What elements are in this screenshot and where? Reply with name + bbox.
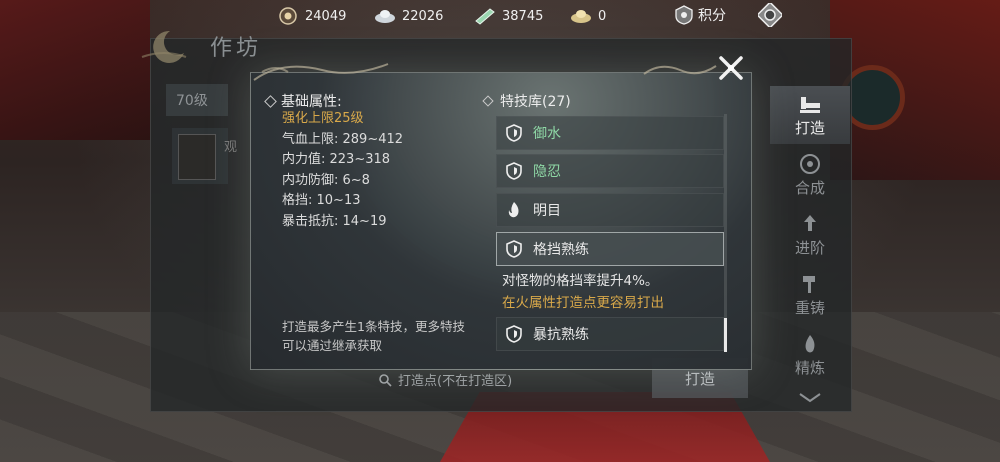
scroll-down-icon[interactable] bbox=[798, 390, 822, 409]
gold-ingot-icon bbox=[570, 7, 592, 25]
cloud-ornament-right bbox=[640, 56, 720, 84]
tab-recast[interactable]: 重铸 bbox=[770, 266, 850, 324]
base-attributes-title: 基础属性: bbox=[281, 94, 342, 110]
skill-library-heading: 特技库(27) bbox=[482, 91, 571, 111]
skill-item[interactable]: 明目 bbox=[496, 193, 724, 227]
skill-hint-text: 在火属性打造点更容易打出 bbox=[502, 295, 664, 311]
tab-merge-label: 合成 bbox=[794, 178, 825, 197]
skill-list[interactable]: 御水 隐忍 明目 格挡熟练 暴抗熟练 bbox=[496, 114, 724, 354]
skill-item[interactable]: 隐忍 bbox=[496, 154, 724, 188]
ticket-icon bbox=[474, 7, 496, 25]
scrollbar-thumb[interactable] bbox=[724, 318, 727, 352]
skill-effect-text: 对怪物的格挡率提升4%。 bbox=[502, 273, 659, 289]
tab-refine-label: 精炼 bbox=[794, 358, 825, 377]
score-emblem-icon bbox=[674, 5, 694, 25]
shield-icon bbox=[505, 240, 523, 258]
forge-point-text: 打造点(不在打造区) bbox=[398, 374, 513, 389]
resource-gold-value: 0 bbox=[598, 8, 607, 24]
attribute-line: 暴击抵抗: 14~19 bbox=[282, 213, 387, 229]
skill-item-selected[interactable]: 格挡熟练 bbox=[496, 232, 724, 266]
score-label: 积分 bbox=[698, 8, 726, 24]
resource-coins[interactable]: 24049 bbox=[277, 5, 346, 27]
forge-skill-note: 打造最多产生1条特技，更多特技可以通过继承获取 bbox=[282, 319, 465, 353]
tab-merge[interactable]: 合成 bbox=[770, 146, 850, 204]
shield-icon bbox=[505, 325, 523, 343]
tab-forge[interactable]: 打造 bbox=[770, 86, 850, 144]
forge-point-status: 打造点(不在打造区) bbox=[378, 370, 512, 389]
diamond-bullet-icon bbox=[482, 95, 494, 107]
fire-icon bbox=[505, 201, 523, 219]
attribute-list: 强化上限25级 气血上限: 289~412 内力值: 223~318 内功防御:… bbox=[282, 109, 403, 232]
resource-gold[interactable]: 0 bbox=[570, 5, 606, 27]
advance-icon bbox=[797, 213, 823, 235]
skill-name: 御水 bbox=[533, 126, 561, 142]
level-filter-dropdown[interactable]: 70级 bbox=[166, 84, 228, 116]
tab-advance[interactable]: 进阶 bbox=[770, 206, 850, 264]
flame-icon bbox=[797, 333, 823, 355]
base-attributes-heading: 基础属性: bbox=[264, 91, 342, 111]
tab-recast-label: 重铸 bbox=[794, 298, 825, 317]
anvil-icon bbox=[797, 93, 823, 115]
equipment-slot bbox=[178, 134, 216, 180]
shield-icon bbox=[505, 124, 523, 142]
tab-refine[interactable]: 精炼 bbox=[770, 326, 850, 384]
tab-forge-label: 打造 bbox=[794, 118, 825, 137]
strengthen-cap: 强化上限25级 bbox=[282, 111, 364, 126]
equipment-name: 观 bbox=[224, 140, 238, 155]
skill-name: 隐忍 bbox=[533, 164, 561, 180]
hammer-icon bbox=[797, 273, 823, 295]
attribute-line: 气血上限: 289~412 bbox=[282, 131, 404, 147]
skill-name: 格挡熟练 bbox=[533, 242, 589, 258]
score-button[interactable]: 积分 bbox=[674, 5, 726, 25]
merge-icon bbox=[797, 153, 823, 175]
resource-tickets-value: 38745 bbox=[502, 8, 544, 24]
attribute-line: 内功防御: 6~8 bbox=[282, 172, 370, 188]
coin-pouch-icon bbox=[277, 7, 299, 25]
skill-library-title: 特技库(27) bbox=[500, 94, 571, 110]
cloud-ornament-left bbox=[252, 52, 392, 86]
tab-advance-label: 进阶 bbox=[794, 238, 825, 257]
crescent-moon-icon bbox=[140, 27, 188, 63]
skill-item[interactable]: 暴抗熟练 bbox=[496, 317, 724, 351]
resource-silver-value: 22026 bbox=[402, 8, 444, 24]
skill-name: 暴抗熟练 bbox=[533, 327, 589, 343]
resource-tickets[interactable]: 38745 bbox=[474, 5, 543, 27]
diamond-bullet-icon bbox=[264, 94, 277, 108]
shop-gear-icon[interactable] bbox=[756, 1, 784, 29]
resource-coins-value: 24049 bbox=[305, 8, 347, 24]
skill-name: 明目 bbox=[533, 203, 561, 219]
skill-item[interactable]: 御水 bbox=[496, 116, 724, 150]
equipment-list-item[interactable]: 观 bbox=[172, 128, 237, 184]
skill-description: 对怪物的格挡率提升4%。 在火属性打造点更容易打出 bbox=[502, 270, 664, 314]
resource-silver[interactable]: 22026 bbox=[374, 5, 443, 27]
close-icon[interactable] bbox=[711, 50, 751, 86]
silver-ingot-icon bbox=[374, 7, 396, 25]
skill-list-scrollbar[interactable] bbox=[724, 114, 727, 352]
search-icon bbox=[378, 373, 392, 387]
shield-icon bbox=[505, 162, 523, 180]
attribute-line: 格挡: 10~13 bbox=[282, 193, 361, 208]
attribute-line: 内力值: 223~318 bbox=[282, 152, 391, 167]
